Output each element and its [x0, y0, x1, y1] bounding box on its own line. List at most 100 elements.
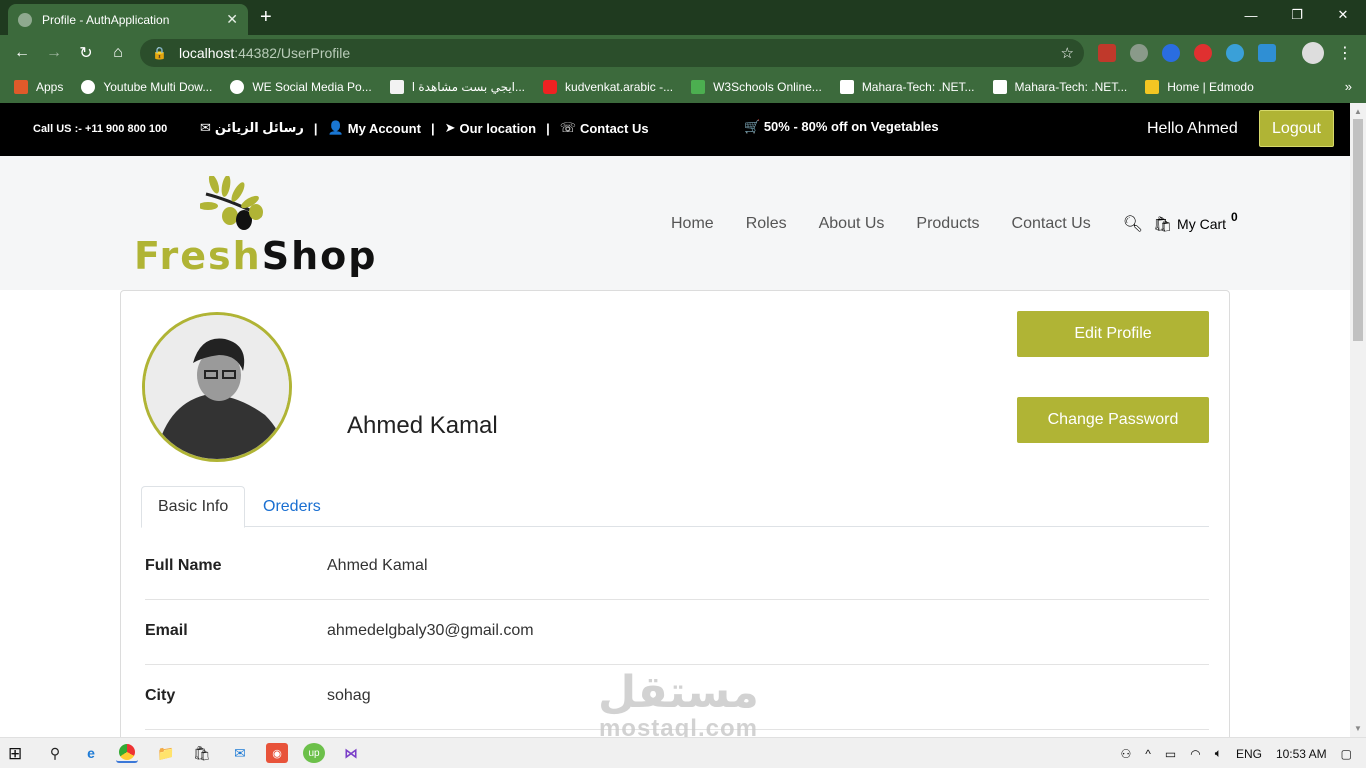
info-row-full-name: Full Name Ahmed Kamal	[145, 535, 1209, 600]
tab-orders[interactable]: Oreders	[247, 486, 337, 528]
menu-kebab-icon[interactable]: ⋮	[1334, 42, 1356, 64]
visual-studio-icon[interactable]: ⋈	[340, 743, 362, 763]
apps-grid-icon	[14, 80, 28, 94]
change-password-button[interactable]: Change Password	[1017, 397, 1209, 443]
windows-taskbar: ⊞ ⚲ e 📁 🛍 ✉ ◉ up ⋈ ⚇ ^ ▭ ◠ 🔈︎ ENG 10:53 …	[0, 737, 1366, 768]
search-icon[interactable]: 🔍︎	[1123, 214, 1143, 234]
site-icon	[389, 80, 404, 94]
bookmark-item[interactable]: ايجي بست مشاهدة ا...	[389, 80, 525, 94]
chrome-icon[interactable]	[116, 743, 138, 763]
nav-products[interactable]: Products	[916, 215, 979, 233]
tab-title: Profile - AuthApplication	[42, 12, 170, 27]
bookmark-apps[interactable]: Apps	[14, 80, 63, 94]
separator: |	[430, 120, 435, 136]
field-label: City	[145, 687, 176, 704]
back-icon[interactable]: ←	[11, 42, 33, 64]
call-us-text: Call US :- +11 900 800 100	[33, 123, 168, 135]
pdf-extension-icon[interactable]	[1098, 44, 1116, 62]
our-location-link[interactable]: Our location	[460, 121, 537, 136]
olive-branch-icon	[200, 176, 263, 230]
page-viewport: Call US :- +11 900 800 100 ✉ رسائل الزيا…	[0, 103, 1350, 737]
top-bar: Call US :- +11 900 800 100 ✉ رسائل الزيا…	[0, 103, 1350, 156]
nav-contact-us[interactable]: Contact Us	[1012, 215, 1091, 233]
bookmark-item[interactable]: W3Schools Online...	[691, 80, 822, 94]
scroll-up-arrow-icon[interactable]: ▲	[1354, 107, 1362, 116]
address-bar[interactable]: 🔒 localhost:44382/UserProfile ☆	[140, 39, 1084, 67]
bookmark-item[interactable]: Youtube Multi Dow...	[81, 80, 212, 94]
store-icon[interactable]: 🛍	[191, 743, 213, 763]
close-tab-icon[interactable]: ✕	[226, 11, 238, 28]
extension-icon[interactable]	[1162, 44, 1180, 62]
profile-avatar-icon[interactable]	[1302, 42, 1324, 64]
chrome-logo	[119, 744, 135, 760]
minimize-icon[interactable]: —	[1228, 0, 1274, 30]
language-indicator[interactable]: ENG	[1236, 747, 1262, 761]
promo-banner: 🛒 50% - 80% off on Vegetables	[744, 119, 939, 134]
logout-button[interactable]: Logout	[1259, 110, 1334, 147]
browser-toolbar: ← → ↻ ⌂ 🔒 localhost:44382/UserProfile ☆ …	[0, 35, 1366, 71]
close-window-icon[interactable]: ✕	[1320, 0, 1366, 30]
bookmark-item[interactable]: Mahara-Tech: .NET...	[992, 80, 1127, 94]
bookmark-item[interactable]: Mahara-Tech: .NET...	[839, 80, 975, 94]
adblock-extension-icon[interactable]	[1194, 44, 1212, 62]
url-host: localhost	[178, 45, 235, 61]
site-header: FreshShop Home Roles About Us Products C…	[0, 156, 1350, 290]
freshshop-logo[interactable]: FreshShop	[134, 176, 375, 281]
main-nav: Home Roles About Us Products Contact Us …	[671, 210, 1238, 234]
bookmarks-bar: Apps Youtube Multi Dow... WE Social Medi…	[0, 71, 1366, 103]
field-label: Email	[145, 622, 188, 639]
home-icon[interactable]: ⌂	[107, 42, 129, 64]
clock[interactable]: 10:53 AM	[1276, 747, 1327, 761]
cart-icon: 🛒	[744, 119, 764, 134]
new-tab-button[interactable]: +	[260, 6, 272, 29]
bookmark-item[interactable]: WE Social Media Po...	[230, 80, 372, 94]
scrollbar-thumb[interactable]	[1353, 119, 1363, 341]
my-account-link[interactable]: My Account	[348, 121, 421, 136]
globe-icon	[18, 12, 32, 27]
volume-icon[interactable]: 🔈︎	[1215, 746, 1222, 761]
search-icon[interactable]: ⚲	[44, 743, 66, 763]
battery-icon[interactable]: ▭	[1165, 747, 1176, 761]
mail-icon[interactable]: ✉	[229, 743, 251, 763]
avatar	[142, 312, 292, 462]
wifi-icon[interactable]: ◠	[1190, 747, 1200, 761]
top-links: ✉ رسائل الزيائن | 👤 My Account | ➤ Our l…	[200, 120, 649, 136]
youtube-icon	[543, 80, 558, 94]
url-path: :44382/UserProfile	[234, 45, 351, 61]
bookmarks-overflow-icon[interactable]: »	[1345, 79, 1352, 94]
upwork-icon[interactable]: up	[303, 743, 325, 763]
notifications-icon[interactable]: ▢	[1341, 747, 1352, 761]
chevron-up-icon[interactable]: ^	[1145, 747, 1151, 761]
globe-icon	[230, 80, 245, 94]
restore-icon[interactable]: ❐	[1274, 0, 1320, 30]
tab-basic-info[interactable]: Basic Info	[141, 486, 246, 528]
browser-tab[interactable]: Profile - AuthApplication ✕	[8, 4, 248, 35]
mahara-icon	[992, 80, 1007, 94]
nav-roles[interactable]: Roles	[746, 215, 787, 233]
shopping-bag-icon: 🛍︎	[1153, 216, 1173, 233]
messages-link[interactable]: رسائل الزيائن	[215, 120, 304, 136]
field-value: sohag	[327, 687, 371, 704]
info-row-email: Email ahmedelgbaly30@gmail.com	[145, 600, 1209, 665]
app-icon[interactable]: ◉	[266, 743, 288, 763]
bookmark-item[interactable]: kudvenkat.arabic -...	[543, 80, 673, 94]
nav-about-us[interactable]: About Us	[819, 215, 885, 233]
reload-icon[interactable]: ↻	[75, 42, 97, 64]
bookmark-star-icon[interactable]: ☆	[1061, 44, 1074, 62]
browser-tab-strip: Profile - AuthApplication ✕ + — ❐ ✕	[0, 0, 1366, 35]
edge-icon[interactable]: e	[80, 743, 102, 763]
page-scrollbar[interactable]: ▲ ▼	[1350, 103, 1366, 737]
translate-extension-icon[interactable]	[1226, 44, 1244, 62]
nav-home[interactable]: Home	[671, 215, 714, 233]
scroll-down-arrow-icon[interactable]: ▼	[1354, 724, 1362, 733]
contact-us-link[interactable]: Contact Us	[580, 121, 649, 136]
location-extension-icon[interactable]	[1130, 44, 1148, 62]
download-extension-icon[interactable]	[1258, 44, 1276, 62]
edit-profile-button[interactable]: Edit Profile	[1017, 311, 1209, 357]
people-icon[interactable]: ⚇	[1121, 747, 1132, 761]
my-cart-link[interactable]: 🛍︎ My Cart 0	[1153, 210, 1238, 233]
forward-icon[interactable]: →	[43, 42, 65, 64]
file-explorer-icon[interactable]: 📁	[155, 743, 177, 763]
windows-start-icon[interactable]: ⊞	[8, 744, 22, 764]
bookmark-item[interactable]: Home | Edmodo	[1145, 80, 1254, 94]
